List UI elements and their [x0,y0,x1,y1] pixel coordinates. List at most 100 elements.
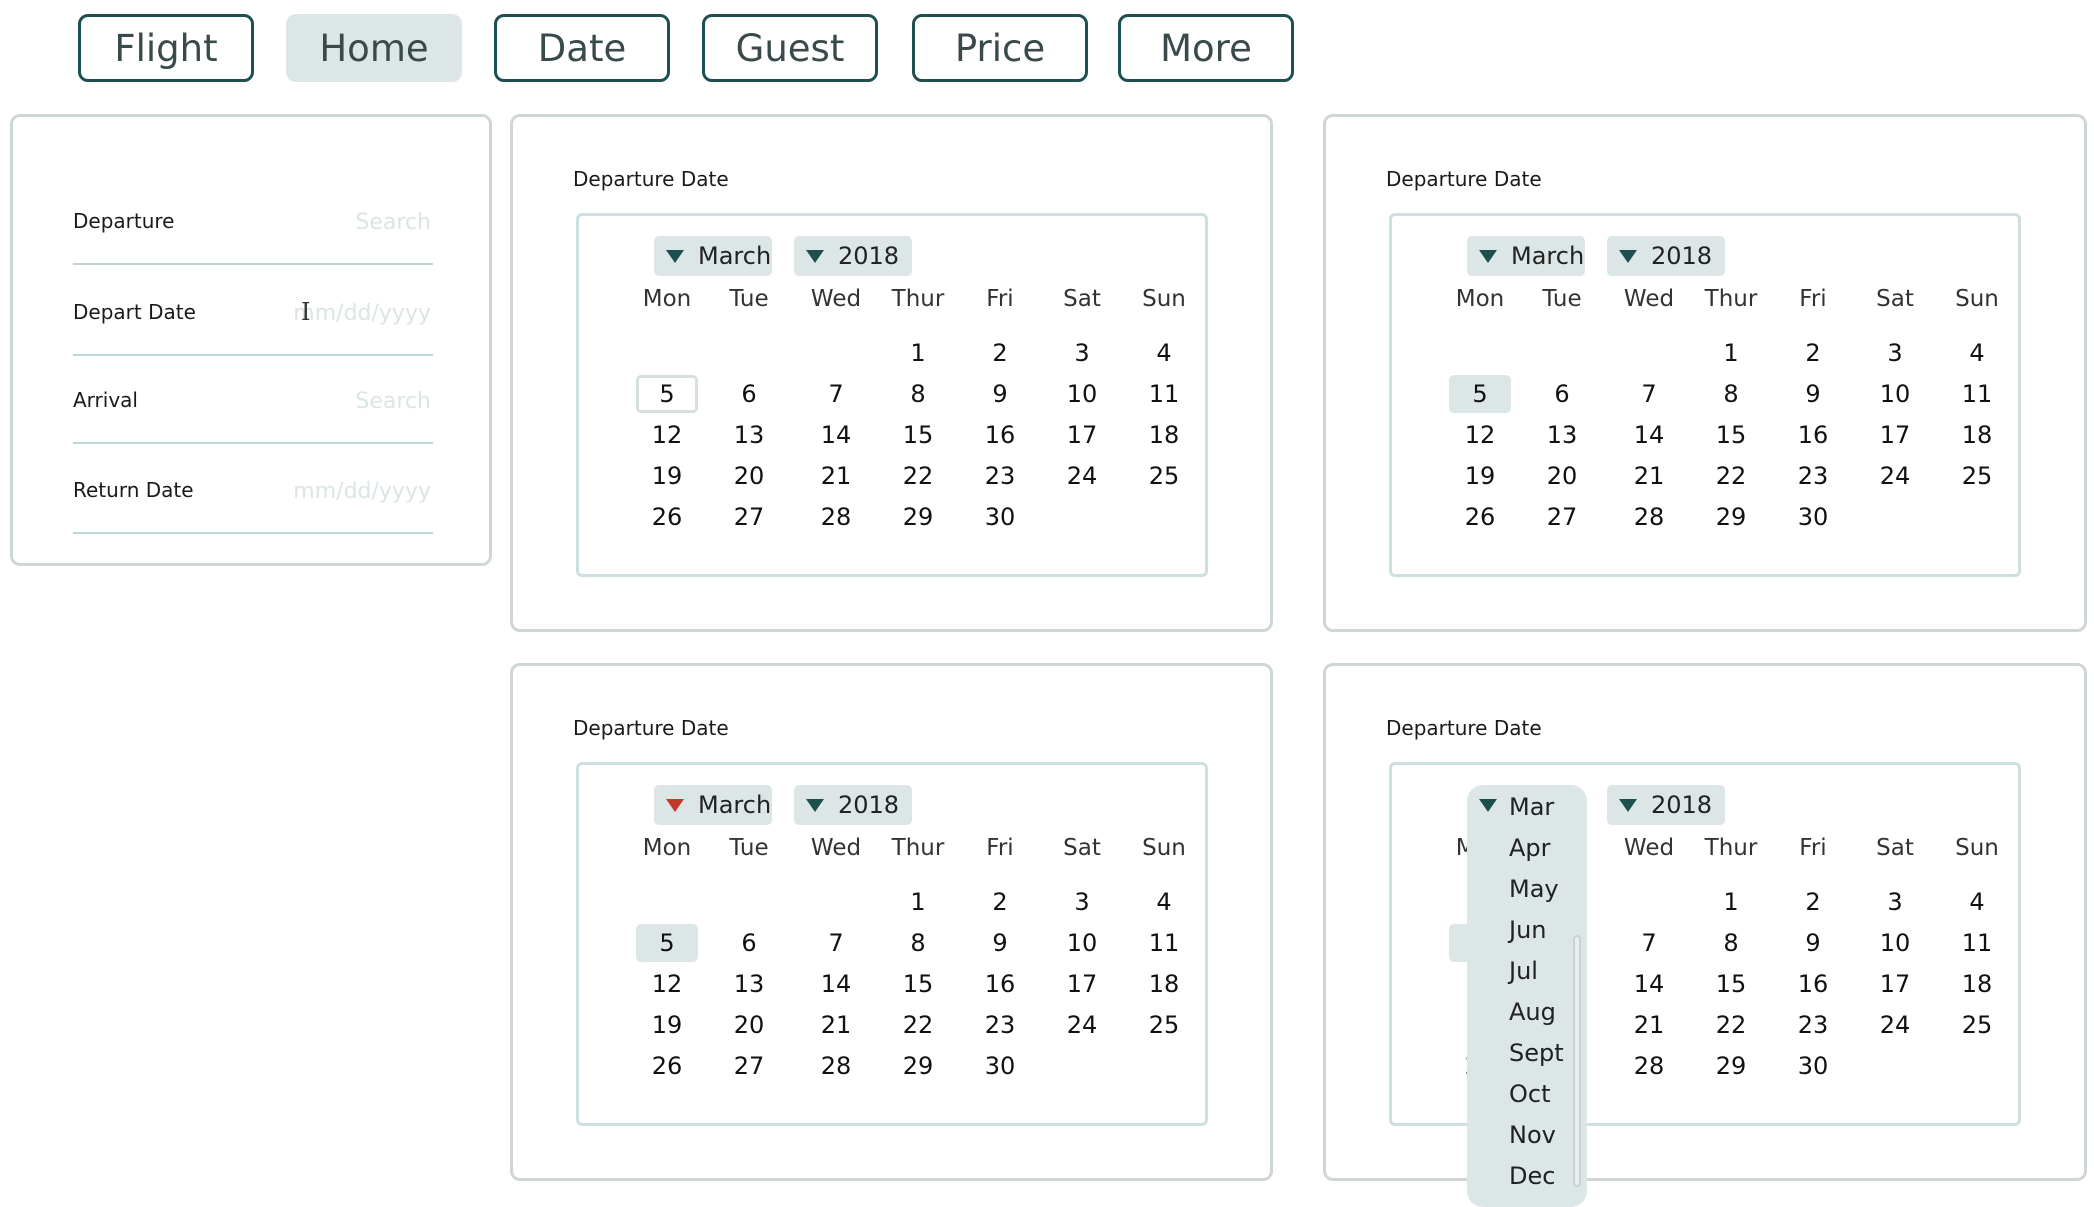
tab-price[interactable]: Price [912,14,1088,82]
day-cell[interactable]: 4 [1946,334,2008,372]
day-cell[interactable]: 9 [1782,924,1844,962]
day-cell[interactable]: 1 [1700,883,1762,921]
month-picker[interactable]: March [654,785,772,825]
day-cell[interactable]: 21 [805,457,867,495]
day-cell[interactable]: 25 [1133,457,1195,495]
year-picker[interactable]: 2018 [794,236,912,276]
month-dropdown-list[interactable]: Mar Apr May Jun Jul Aug Sept Oct Nov Dec [1467,785,1587,1207]
year-picker[interactable]: 2018 [1607,785,1725,825]
day-cell[interactable]: 2 [969,334,1031,372]
day-cell[interactable]: 4 [1946,883,2008,921]
day-cell[interactable]: 6 [718,375,780,413]
day-cell[interactable]: 17 [1864,965,1926,1003]
day-cell[interactable]: 16 [969,416,1031,454]
tab-date[interactable]: Date [494,14,670,82]
day-cell[interactable]: 24 [1864,457,1926,495]
day-cell[interactable]: 3 [1864,883,1926,921]
month-option-aug[interactable]: Aug [1509,998,1556,1026]
arrival-search-input[interactable] [229,382,433,420]
day-cell[interactable]: 3 [1051,883,1113,921]
day-cell[interactable]: 30 [1782,1047,1844,1085]
day-cell[interactable]: 17 [1051,416,1113,454]
day-cell[interactable]: 18 [1133,416,1195,454]
year-picker[interactable]: 2018 [794,785,912,825]
day-cell[interactable]: 26 [636,1047,698,1085]
day-cell[interactable]: 12 [636,965,698,1003]
chevron-down-icon[interactable] [1479,799,1497,812]
day-cell[interactable]: 19 [636,457,698,495]
day-cell[interactable]: 11 [1133,924,1195,962]
month-option-apr[interactable]: Apr [1509,834,1551,862]
day-cell[interactable]: 15 [887,965,949,1003]
day-cell[interactable]: 14 [805,416,867,454]
day-cell[interactable]: 25 [1946,457,2008,495]
month-option-nov[interactable]: Nov [1509,1121,1556,1149]
day-cell[interactable]: 22 [1700,457,1762,495]
day-cell[interactable]: 19 [636,1006,698,1044]
day-cell[interactable]: 25 [1133,1006,1195,1044]
day-cell[interactable]: 25 [1946,1006,2008,1044]
day-cell[interactable]: 17 [1051,965,1113,1003]
day-cell[interactable]: 20 [1531,457,1593,495]
tab-flight[interactable]: Flight [78,14,254,82]
day-cell[interactable]: 15 [887,416,949,454]
day-cell[interactable]: 20 [718,457,780,495]
month-option-sept[interactable]: Sept [1509,1039,1564,1067]
day-cell[interactable]: 9 [969,924,1031,962]
day-cell[interactable]: 13 [718,416,780,454]
day-cell[interactable]: 22 [887,457,949,495]
dropdown-scrollbar[interactable] [1573,935,1581,1187]
day-cell[interactable]: 20 [718,1006,780,1044]
day-cell[interactable]: 6 [1531,375,1593,413]
day-cell[interactable]: 10 [1051,924,1113,962]
day-cell[interactable]: 4 [1133,334,1195,372]
day-cell[interactable]: 2 [969,883,1031,921]
day-cell[interactable]: 7 [805,924,867,962]
day-cell[interactable]: 29 [887,1047,949,1085]
day-cell[interactable]: 12 [636,416,698,454]
day-cell[interactable]: 28 [1618,498,1680,536]
day-cell[interactable]: 29 [887,498,949,536]
day-cell[interactable]: 17 [1864,416,1926,454]
day-cell[interactable]: 1 [887,883,949,921]
day-cell[interactable]: 8 [887,924,949,962]
day-cell[interactable]: 13 [1531,416,1593,454]
day-cell[interactable]: 1 [887,334,949,372]
day-cell[interactable]: 10 [1051,375,1113,413]
month-option-jun[interactable]: Jun [1509,916,1547,944]
day-cell[interactable]: 26 [636,498,698,536]
day-cell[interactable]: 9 [1782,375,1844,413]
day-cell[interactable]: 15 [1700,416,1762,454]
return-date-input[interactable] [229,472,433,510]
day-cell[interactable]: 23 [969,1006,1031,1044]
day-cell[interactable]: 23 [969,457,1031,495]
month-option-mar[interactable]: Mar [1509,793,1554,821]
day-cell[interactable]: 28 [1618,1047,1680,1085]
day-cell[interactable]: 8 [887,375,949,413]
day-cell[interactable]: 14 [1618,416,1680,454]
month-option-oct[interactable]: Oct [1509,1080,1551,1108]
day-cell[interactable]: 8 [1700,375,1762,413]
day-cell[interactable]: 27 [718,1047,780,1085]
tab-home[interactable]: Home [286,14,462,82]
day-cell[interactable]: 10 [1864,924,1926,962]
day-cell[interactable]: 11 [1946,375,2008,413]
day-cell[interactable]: 18 [1946,965,2008,1003]
day-cell[interactable]: 21 [1618,1006,1680,1044]
day-cell[interactable]: 30 [969,498,1031,536]
tab-more[interactable]: More [1118,14,1294,82]
year-picker[interactable]: 2018 [1607,236,1725,276]
day-cell[interactable]: 27 [1531,498,1593,536]
day-cell[interactable]: 22 [887,1006,949,1044]
day-cell[interactable]: 22 [1700,1006,1762,1044]
day-cell[interactable]: 21 [1618,457,1680,495]
day-cell[interactable]: 3 [1864,334,1926,372]
day-cell[interactable]: 9 [969,375,1031,413]
day-cell[interactable]: 7 [1618,924,1680,962]
day-cell[interactable]: 3 [1051,334,1113,372]
departure-search-input[interactable] [229,203,433,241]
tab-guest[interactable]: Guest [702,14,878,82]
day-cell[interactable]: 1 [1700,334,1762,372]
day-cell[interactable]: 2 [1782,883,1844,921]
day-cell[interactable]: 30 [1782,498,1844,536]
